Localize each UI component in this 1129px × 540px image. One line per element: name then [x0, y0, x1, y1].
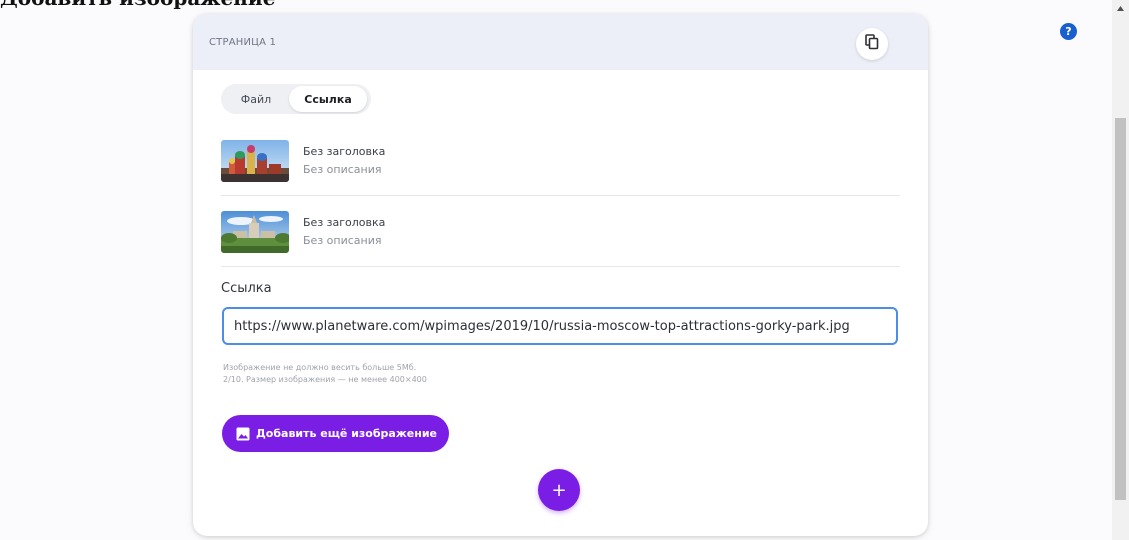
image-thumbnail: [221, 210, 289, 253]
image-description: Без описания: [303, 163, 382, 176]
vertical-scrollbar[interactable]: [1112, 0, 1129, 540]
link-field-label: Ссылка: [221, 281, 272, 296]
image-title: Без заголовка: [303, 216, 386, 229]
copy-page-button[interactable]: [856, 28, 888, 60]
scrollbar-thumb[interactable]: [1115, 118, 1126, 500]
image-icon: [236, 427, 250, 441]
image-description: Без описания: [303, 234, 382, 247]
image-list-item[interactable]: Без заголовка Без описания: [221, 126, 900, 196]
scroll-up-arrow[interactable]: [1112, 0, 1129, 17]
image-thumbnail: [221, 139, 289, 182]
page-heading: Добавить изображение: [0, 0, 275, 10]
page-card: СТРАНИЦА 1 Файл Ссылка Без заголовка Без…: [193, 14, 928, 536]
toggle-link[interactable]: Ссылка: [289, 86, 367, 112]
image-list-item[interactable]: Без заголовка Без описания: [221, 197, 900, 267]
source-toggle: Файл Ссылка: [221, 84, 371, 114]
page-label: СТРАНИЦА 1: [209, 36, 277, 48]
copy-icon: [865, 34, 879, 54]
image-title: Без заголовка: [303, 145, 386, 158]
card-header: СТРАНИЦА 1: [193, 14, 928, 70]
count-hint: 2/10. Размер изображения — не менее 400×…: [223, 375, 427, 384]
size-hint: Изображение не должно весить больше 5Мб.: [223, 363, 417, 372]
page: Добавить изображение СТРАНИЦА 1 Файл Ссы…: [0, 0, 1129, 540]
help-icon[interactable]: ?: [1060, 23, 1077, 40]
add-image-button[interactable]: Добавить ещё изображение: [222, 415, 449, 452]
add-block-button[interactable]: +: [538, 469, 580, 511]
add-image-label: Добавить ещё изображение: [256, 427, 438, 440]
link-input[interactable]: [222, 307, 898, 345]
toggle-file[interactable]: Файл: [223, 86, 289, 112]
